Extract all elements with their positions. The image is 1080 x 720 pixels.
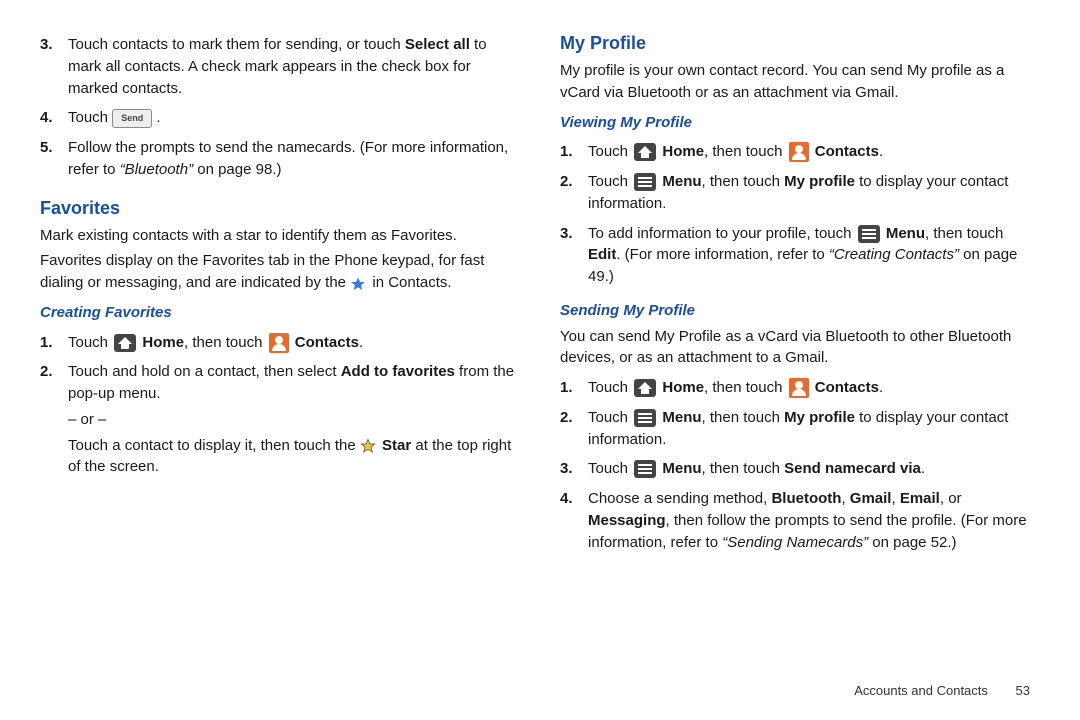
v-step-3: 3. To add information to your profile, t… [560, 219, 1040, 292]
contacts-icon [789, 378, 809, 398]
viewing-steps: 1. Touch Home, then touch Contacts. 2. T… [560, 137, 1040, 292]
favorites-heading: Favorites [40, 195, 520, 221]
step-5: 5. Follow the prompts to send the nameca… [40, 133, 520, 185]
page-footer: Accounts and Contacts 53 [854, 683, 1030, 698]
manual-page: 3. Touch contacts to mark them for sendi… [0, 0, 1080, 720]
contacts-icon [789, 142, 809, 162]
home-icon [634, 143, 656, 161]
star-outline-icon [360, 438, 378, 453]
v-step-1: 1. Touch Home, then touch Contacts. [560, 137, 1040, 167]
home-icon [634, 379, 656, 397]
contacts-icon [269, 333, 289, 353]
footer-section: Accounts and Contacts [854, 683, 988, 698]
creating-favorites-heading: Creating Favorites [40, 302, 520, 324]
page-number: 53 [1016, 683, 1030, 698]
s-step-1: 1. Touch Home, then touch Contacts. [560, 373, 1040, 403]
menu-icon [634, 460, 656, 478]
favorites-desc-1: Mark existing contacts with a star to id… [40, 225, 520, 247]
step-4: 4. Touch Send . [40, 103, 520, 133]
s-step-2: 2. Touch Menu, then touch My profile to … [560, 403, 1040, 455]
send-button-icon: Send [112, 109, 152, 128]
star-blue-icon [350, 276, 368, 290]
menu-icon [634, 173, 656, 191]
steps-top: 3. Touch contacts to mark them for sendi… [40, 30, 520, 185]
left-column: 3. Touch contacts to mark them for sendi… [40, 30, 520, 700]
v-step-2: 2. Touch Menu, then touch My profile to … [560, 167, 1040, 219]
step-3: 3. Touch contacts to mark them for sendi… [40, 30, 520, 103]
cf-step-1: 1. Touch Home, then touch Contacts. [40, 328, 520, 358]
sending-steps: 1. Touch Home, then touch Contacts. 2. T… [560, 373, 1040, 557]
cf-step-2: 2. Touch and hold on a contact, then sel… [40, 357, 520, 482]
sending-my-profile-heading: Sending My Profile [560, 300, 1040, 322]
menu-icon [858, 225, 880, 243]
home-icon [114, 334, 136, 352]
right-column: My Profile My profile is your own contac… [560, 30, 1040, 700]
favorites-desc-2: Favorites display on the Favorites tab i… [40, 250, 520, 294]
sending-desc: You can send My Profile as a vCard via B… [560, 326, 1040, 370]
viewing-my-profile-heading: Viewing My Profile [560, 112, 1040, 134]
menu-icon [634, 409, 656, 427]
s-step-4: 4. Choose a sending method, Bluetooth, G… [560, 484, 1040, 557]
creating-favorites-steps: 1. Touch Home, then touch Contacts. 2. T… [40, 328, 520, 483]
or-separator: – or – [68, 409, 520, 431]
my-profile-heading: My Profile [560, 30, 1040, 56]
s-step-3: 3. Touch Menu, then touch Send namecard … [560, 454, 1040, 484]
my-profile-desc: My profile is your own contact record. Y… [560, 60, 1040, 104]
